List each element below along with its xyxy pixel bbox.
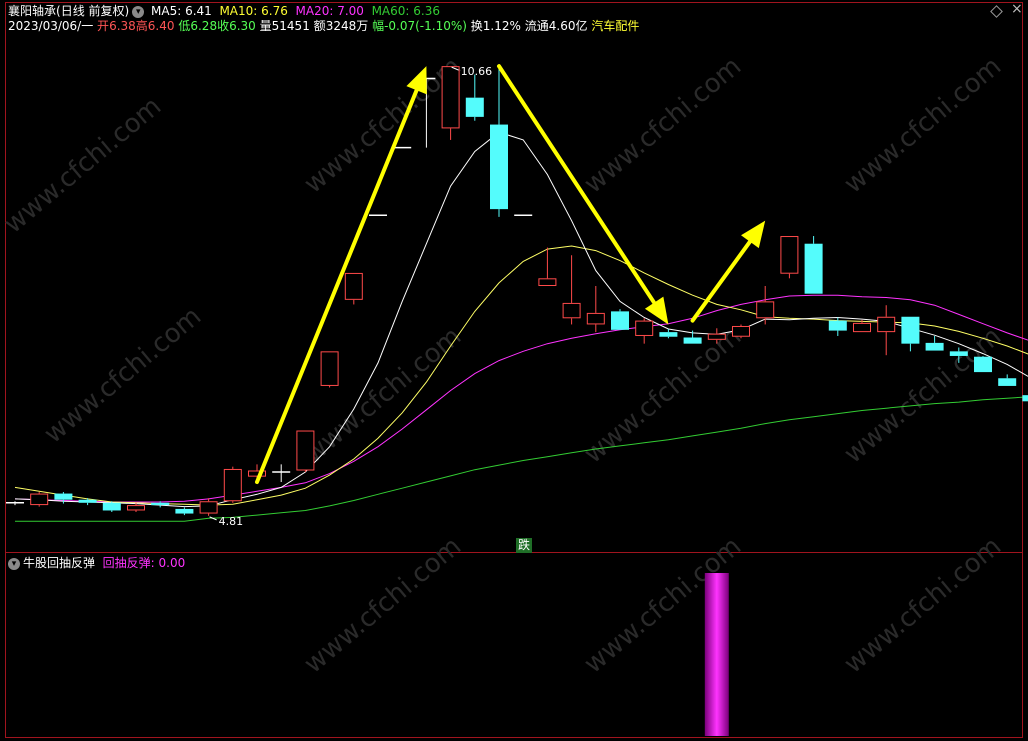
ma20-value: MA20: 7.00 — [295, 4, 364, 18]
change-label: 幅 — [372, 19, 385, 33]
amount-value: 3248万 — [325, 19, 369, 33]
candle-body-down — [949, 351, 968, 356]
candle-body-up — [30, 493, 49, 506]
candle-body-up — [223, 468, 242, 502]
candle-body-up — [707, 333, 726, 340]
industry[interactable]: 汽车配件 — [591, 19, 639, 33]
indicator-bars — [704, 573, 729, 736]
turnover-label: 换 — [470, 19, 483, 33]
indicator-series-label: 回抽反弹: 0.00 — [102, 556, 186, 570]
low-value: 6.28 — [190, 19, 218, 33]
candle-body-down — [465, 97, 484, 117]
dropdown-icon[interactable]: ▾ — [132, 5, 145, 18]
high-label: 高 — [135, 19, 148, 33]
close-label: 收 — [217, 19, 230, 33]
candle-body-down — [611, 311, 629, 330]
candle-body-up — [538, 278, 557, 286]
candle-body-down — [659, 332, 678, 337]
candle-body-down — [151, 502, 170, 506]
high-value: 6.40 — [147, 19, 175, 33]
candle-body-down — [804, 243, 823, 294]
close-icon[interactable]: × — [1011, 1, 1023, 17]
candle-body-up — [732, 325, 750, 337]
candle-body-down — [102, 502, 121, 511]
signal-badge: 跌 — [516, 538, 532, 553]
indicator-name[interactable]: 牛股回抽反弹 — [23, 556, 95, 570]
candle-body-up — [586, 312, 605, 325]
high-marker-label: 10.66 — [461, 65, 493, 78]
indicator-bar — [704, 573, 729, 736]
chart-header-line2: 2023/03/06/一 开6.38高6.40 低6.28收6.30 量5145… — [8, 19, 639, 33]
close-value: 6.30 — [229, 19, 256, 33]
candle-body-up — [756, 301, 775, 319]
candle-body-down — [901, 316, 920, 344]
candle-body-down — [998, 378, 1017, 386]
candle-body-up — [199, 501, 218, 514]
volume-label: 量 — [259, 19, 272, 33]
candle-body-up — [127, 505, 145, 511]
low-marker-label: 4.81 — [219, 515, 244, 528]
candle-body-up — [296, 430, 315, 471]
candle-body-down — [683, 337, 702, 344]
candle-body-down — [828, 320, 847, 331]
stock-name[interactable]: 襄阳轴承 — [8, 4, 56, 18]
period-label: (日线 前复权) — [56, 4, 130, 18]
ma60-value: MA60: 6.36 — [371, 4, 440, 18]
chart-header-line1: 襄阳轴承(日线 前复权) ▾ MA5: 6.41 MA10: 6.76 MA20:… — [8, 4, 440, 18]
candle-body-up — [562, 302, 581, 319]
candle-body-down — [78, 499, 97, 503]
candle-body-down — [925, 342, 944, 351]
open-label: 开 — [97, 19, 110, 33]
candle-body-up — [441, 66, 460, 129]
candle-body-up — [853, 322, 871, 333]
candle-body-down — [974, 356, 992, 373]
candle-body-down — [1022, 395, 1028, 402]
amount-label: 额 — [313, 19, 326, 33]
ma5-value: MA5: 6.41 — [151, 4, 212, 18]
candle-body-up — [635, 320, 654, 336]
float-value: 4.60亿 — [548, 19, 588, 33]
indicator-header: ▾ 牛股回抽反弹 回抽反弹: 0.00 — [8, 556, 185, 570]
open-value: 6.38 — [109, 19, 136, 33]
turnover-value: 1.12% — [482, 19, 521, 33]
date: 2023/03/06/一 — [8, 19, 94, 33]
candle-body-up — [344, 272, 363, 300]
low-label: 低 — [178, 19, 191, 33]
candle-body-up — [877, 316, 896, 333]
candle-body-down — [490, 124, 508, 210]
candle-body-up — [780, 236, 799, 274]
change-value: -0.07(-1.10%) — [384, 19, 467, 33]
dropdown-icon[interactable]: ▾ — [8, 557, 20, 570]
float-label: 流通 — [524, 19, 549, 33]
volume-value: 51451 — [271, 19, 310, 33]
kline-chart[interactable]: www.cfchi.com www.cfchi.com www.cfchi.com w… — [0, 0, 1028, 741]
candle-body-up — [320, 351, 339, 386]
candle-body-down — [175, 508, 194, 514]
candle-body-down — [54, 493, 73, 500]
ma10-value: MA10: 6.76 — [219, 4, 288, 18]
